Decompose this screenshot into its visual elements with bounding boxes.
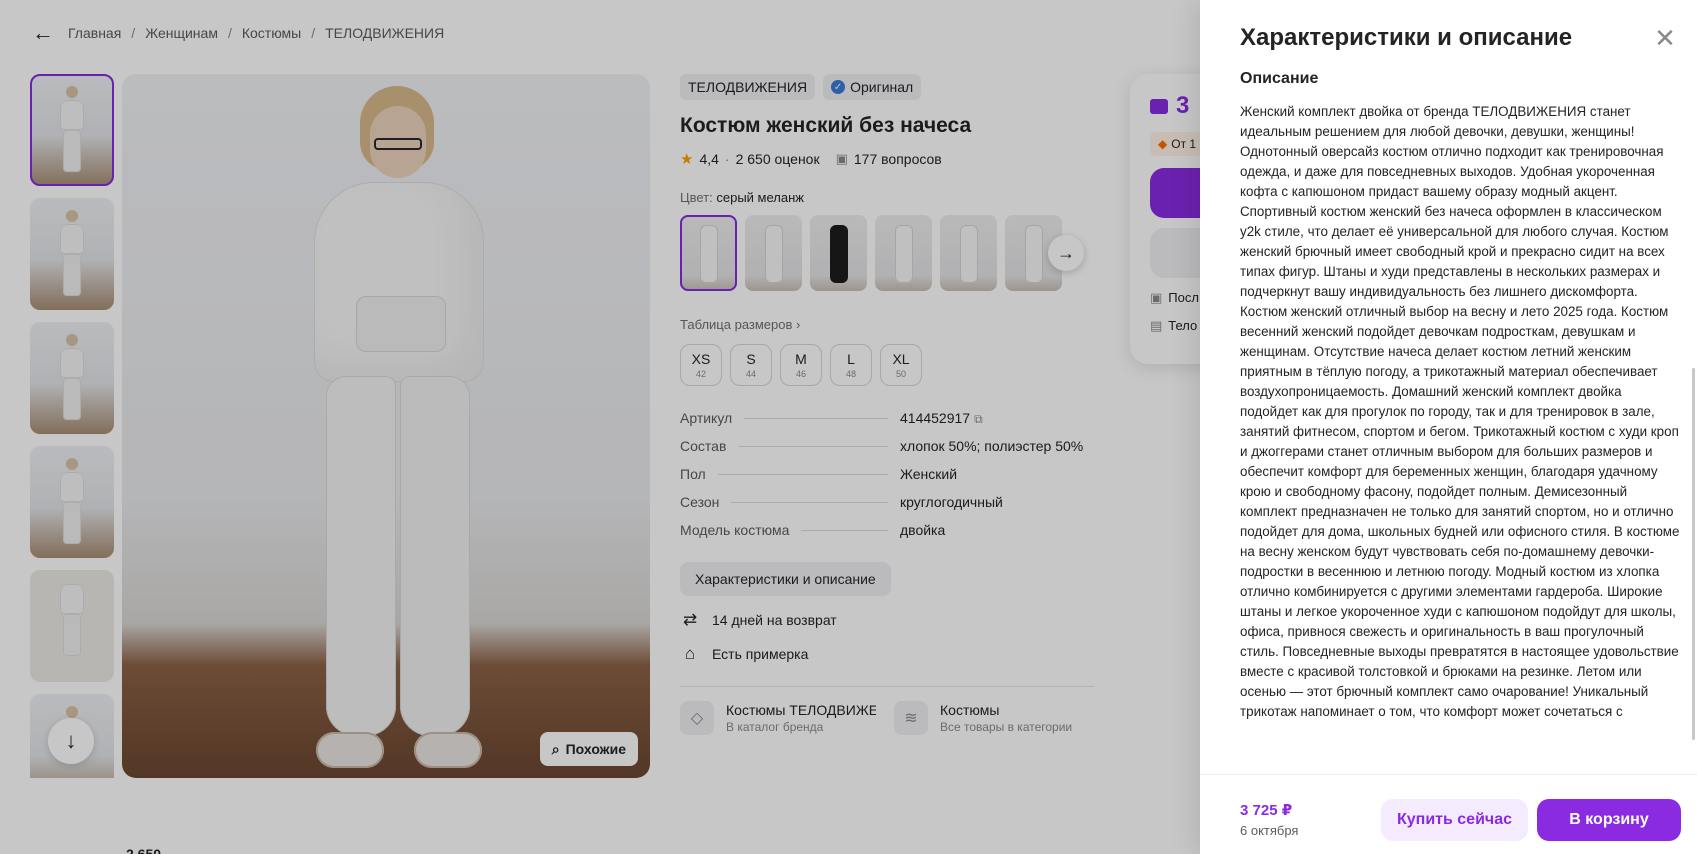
drawer-content[interactable]: Описание Женский комплект двойка от брен… — [1240, 70, 1686, 770]
drawer-footer: 3 725 ₽ 6 октября Купить сейчас В корзин… — [1200, 774, 1697, 854]
add-to-cart-button[interactable]: В корзину — [1537, 799, 1681, 841]
description-heading: Описание — [1240, 70, 1319, 87]
drawer-title: Характеристики и описание — [1240, 24, 1573, 51]
characteristics-drawer: Характеристики и описание ✕ Описание Жен… — [1200, 0, 1697, 854]
drawer-scrollbar[interactable] — [1692, 368, 1695, 740]
description-text: Женский комплект двойка от бренда ТЕЛОДВ… — [1240, 104, 1680, 719]
close-icon[interactable]: ✕ — [1649, 22, 1681, 54]
buy-now-button[interactable]: Купить сейчас — [1381, 799, 1528, 841]
drawer-fade — [1200, 740, 1697, 774]
footer-delivery-date: 6 октября — [1240, 823, 1299, 838]
footer-price: 3 725 ₽ — [1240, 802, 1293, 819]
